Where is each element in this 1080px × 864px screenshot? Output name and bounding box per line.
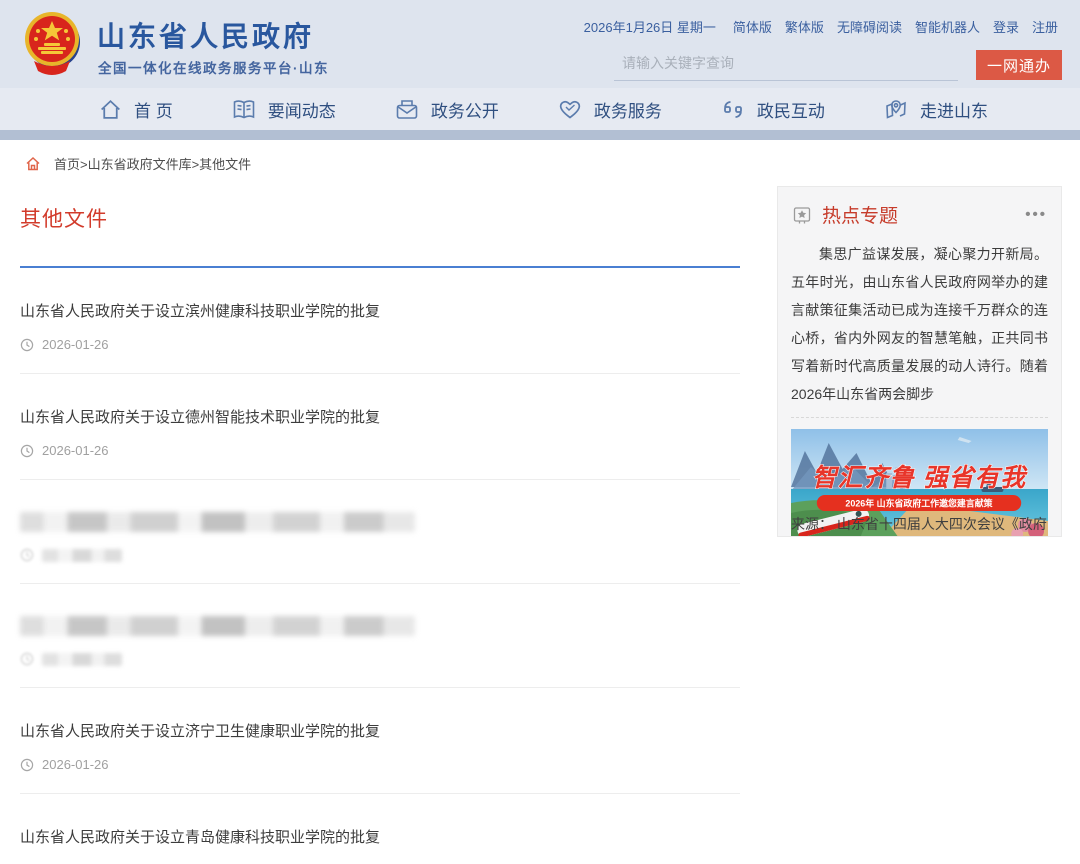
nav-label: 政民互动: [757, 97, 825, 122]
link-login[interactable]: 登录: [993, 17, 1019, 36]
search-bar: 一网通办: [614, 50, 1062, 81]
document-list-item-redacted: [20, 480, 740, 584]
link-simplified[interactable]: 简体版: [733, 17, 772, 36]
clock-icon: [20, 338, 34, 352]
redacted-document-date: [42, 653, 122, 666]
document-list-item: 山东省人民政府关于设立德州智能技术职业学院的批复 2026-01-26: [20, 374, 740, 480]
breadcrumb: 首页>山东省政府文件库>其他文件: [0, 140, 1080, 183]
hot-topics-header: 热点专题 •••: [778, 187, 1061, 234]
topic-summary-text: 集思广益谋发展，凝心聚力开新局。五年时光，由山东省人民政府网举办的建言献策征集活…: [778, 234, 1061, 408]
clock-icon: [20, 444, 34, 458]
heart-icon: [557, 97, 583, 122]
nav-label: 走进山东: [920, 97, 988, 122]
document-link[interactable]: 山东省人民政府关于设立济宁卫生健康职业学院的批复: [20, 720, 740, 741]
banner-ribbon-text: 2026年 山东省政府工作邀您建言献策: [845, 497, 992, 508]
nav-item-home[interactable]: 首 页: [98, 97, 173, 122]
document-meta: 2026-01-26: [20, 757, 740, 772]
document-link[interactable]: 山东省人民政府关于设立滨州健康科技职业学院的批复: [20, 300, 740, 321]
nav-item-about[interactable]: 走进山东: [883, 97, 988, 122]
clock-icon: [20, 758, 34, 772]
link-accessibility[interactable]: 无障碍阅读: [837, 17, 902, 36]
star-badge-icon: [792, 205, 812, 225]
link-robot[interactable]: 智能机器人: [915, 17, 980, 36]
site-subtitle: 全国一体化在线政务服务平台·山东: [98, 57, 329, 77]
redacted-document-date: [42, 549, 122, 562]
book-icon: [231, 97, 257, 122]
document-link[interactable]: 山东省人民政府关于设立德州智能技术职业学院的批复: [20, 406, 740, 427]
nav-item-news[interactable]: 要闻动态: [231, 97, 336, 122]
banner-caption: 来源： 山东省十四届人大四次会议《政府工作报告》起草工作专班: [791, 513, 1048, 537]
document-date: 2026-01-26: [42, 443, 109, 458]
page-title: 其他文件: [20, 203, 740, 233]
nav-label: 政务服务: [594, 97, 662, 122]
current-date: 2026年1月26日 星期一: [584, 17, 716, 36]
document-date: 2026-01-26: [42, 337, 109, 352]
nav-item-services[interactable]: 政务服务: [557, 97, 662, 122]
hot-topics-panel: 热点专题 ••• 集思广益谋发展，凝心聚力开新局。五年时光，由山东省人民政府网举…: [777, 186, 1062, 537]
document-meta: [20, 652, 740, 666]
nav-item-interaction[interactable]: 政民互动: [720, 97, 825, 122]
nav-label: 政务公开: [431, 97, 499, 122]
map-pin-icon: [883, 97, 909, 122]
link-register[interactable]: 注册: [1032, 17, 1058, 36]
search-input[interactable]: [614, 50, 958, 81]
document-list-item-redacted: [20, 584, 740, 688]
document-meta: 2026-01-26: [20, 337, 740, 352]
yiwangtongban-button[interactable]: 一网通办: [976, 50, 1062, 80]
dashed-divider: [791, 417, 1048, 418]
clock-icon: [20, 652, 34, 666]
main-nav: 首 页 要闻动态 政务公开 政务服务 政民互动: [0, 88, 1080, 130]
link-traditional[interactable]: 繁体版: [785, 17, 824, 36]
utility-bar: 2026年1月26日 星期一 简体版 繁体版 无障碍阅读 智能机器人 登录 注册: [584, 17, 1058, 36]
divider-band: [0, 130, 1080, 140]
more-button[interactable]: •••: [1025, 211, 1047, 219]
redacted-document-link[interactable]: [20, 616, 415, 636]
site-title: 山东省人民政府: [97, 15, 314, 55]
envelope-icon: [394, 97, 420, 122]
breadcrumb-links[interactable]: 首页>山东省政府文件库>其他文件: [54, 154, 251, 173]
site-header: 山东省人民政府 全国一体化在线政务服务平台·山东 2026年1月26日 星期一 …: [0, 0, 1080, 88]
national-emblem-logo[interactable]: [24, 9, 82, 79]
home-icon: [98, 97, 123, 122]
clock-icon: [20, 548, 34, 562]
banner-headline: 智汇齐鲁 强省有我: [812, 464, 1028, 492]
document-list-panel: 其他文件 山东省人民政府关于设立滨州健康科技职业学院的批复 2026-01-26…: [20, 183, 740, 864]
document-list-item: 山东省人民政府关于设立青岛健康科技职业学院的批复 2026-01-26: [20, 794, 740, 864]
home-icon: [25, 156, 41, 172]
nav-item-disclosure[interactable]: 政务公开: [394, 97, 499, 122]
chat-quotes-icon: [720, 97, 746, 122]
document-list-item: 山东省人民政府关于设立济宁卫生健康职业学院的批复 2026-01-26: [20, 688, 740, 794]
content-area: 其他文件 山东省人民政府关于设立滨州健康科技职业学院的批复 2026-01-26…: [0, 183, 1080, 864]
redacted-document-link[interactable]: [20, 512, 415, 532]
document-meta: 2026-01-26: [20, 443, 740, 458]
document-link[interactable]: 山东省人民政府关于设立青岛健康科技职业学院的批复: [20, 826, 740, 847]
document-date: 2026-01-26: [42, 757, 109, 772]
document-meta: [20, 548, 740, 562]
document-list-item: 山东省人民政府关于设立滨州健康科技职业学院的批复 2026-01-26: [20, 268, 740, 374]
nav-label: 要闻动态: [268, 97, 336, 122]
hot-topics-title: 热点专题: [822, 201, 1025, 228]
nav-label: 首 页: [134, 97, 173, 122]
